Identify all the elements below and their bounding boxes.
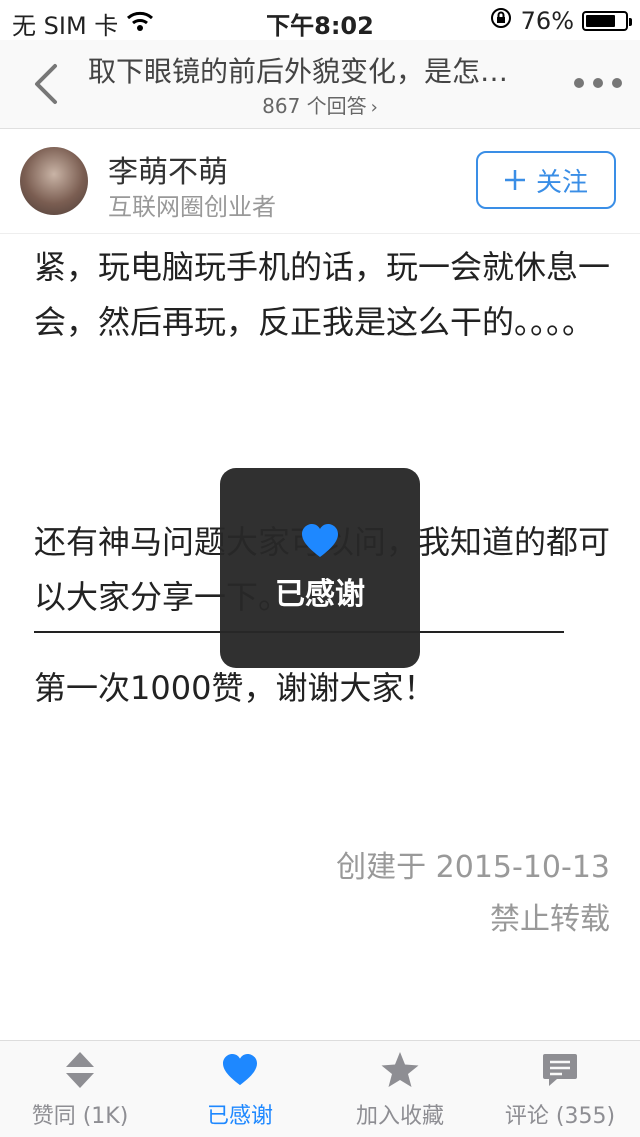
answer-paragraph: 第一次1000赞，谢谢大家！ bbox=[34, 669, 436, 707]
author-name[interactable]: 李萌不萌 bbox=[108, 147, 228, 191]
more-button[interactable] bbox=[574, 68, 622, 98]
status-right: 76% bbox=[489, 6, 632, 36]
thanks-label: 已感谢 bbox=[206, 1104, 273, 1129]
question-title[interactable]: 取下眼镜的前后外貌变化，是怎… bbox=[88, 50, 552, 90]
star-icon bbox=[378, 1048, 422, 1092]
copyright-notice: 禁止转载 bbox=[490, 902, 610, 937]
author-description: 互联网圈创业者 bbox=[108, 193, 276, 221]
answer-count: 867 个回答 bbox=[262, 94, 367, 118]
toast-text: 已感谢 bbox=[275, 577, 365, 612]
comment-button[interactable]: 评论 (355) bbox=[480, 1041, 640, 1137]
more-dot-icon bbox=[612, 78, 622, 88]
bottom-toolbar: 赞同 (1K) 已感谢 加入收藏 评论 (355) bbox=[0, 1040, 640, 1137]
plus-icon bbox=[504, 170, 525, 190]
status-bar: 无 SIM 卡 下午8:02 76% bbox=[0, 0, 640, 40]
comment-icon bbox=[538, 1048, 582, 1092]
more-dot-icon bbox=[574, 78, 584, 88]
thanks-button[interactable]: 已感谢 bbox=[160, 1041, 320, 1137]
vote-arrows-icon bbox=[58, 1048, 102, 1092]
collect-button[interactable]: 加入收藏 bbox=[320, 1041, 480, 1137]
collect-label: 加入收藏 bbox=[355, 1104, 444, 1129]
battery-fill bbox=[586, 15, 615, 27]
author-bar: 李萌不萌 互联网圈创业者 关注 bbox=[0, 129, 640, 234]
avatar[interactable] bbox=[20, 147, 88, 215]
vote-label: 赞同 (1K) bbox=[31, 1104, 129, 1129]
nav-bar: 取下眼镜的前后外貌变化，是怎… 867 个回答 › bbox=[0, 40, 640, 129]
created-date: 创建于 2015-10-13 bbox=[336, 850, 610, 885]
orientation-lock-icon bbox=[489, 6, 513, 36]
comment-label: 评论 (355) bbox=[504, 1104, 616, 1129]
battery-nub bbox=[629, 18, 632, 26]
follow-button[interactable]: 关注 bbox=[476, 151, 616, 209]
thanks-toast: 已感谢 bbox=[220, 468, 420, 668]
answer-count-link[interactable]: 867 个回答 › bbox=[0, 90, 640, 119]
battery-percent: 76% bbox=[520, 7, 574, 35]
answer-meta: 创建于 2015-10-13 禁止转载 bbox=[336, 842, 610, 946]
follow-label: 关注 bbox=[535, 167, 588, 198]
heart-icon bbox=[302, 524, 338, 557]
vote-button[interactable]: 赞同 (1K) bbox=[0, 1041, 160, 1137]
answer-paragraph: 紧，玩电脑玩手机的话，玩一会就休息一会，然后再玩，反正我是这么干的。。。。 bbox=[34, 248, 611, 341]
battery-icon bbox=[582, 11, 632, 31]
more-dot-icon bbox=[593, 78, 603, 88]
chevron-right-icon: › bbox=[370, 97, 378, 118]
heart-icon bbox=[218, 1048, 262, 1092]
